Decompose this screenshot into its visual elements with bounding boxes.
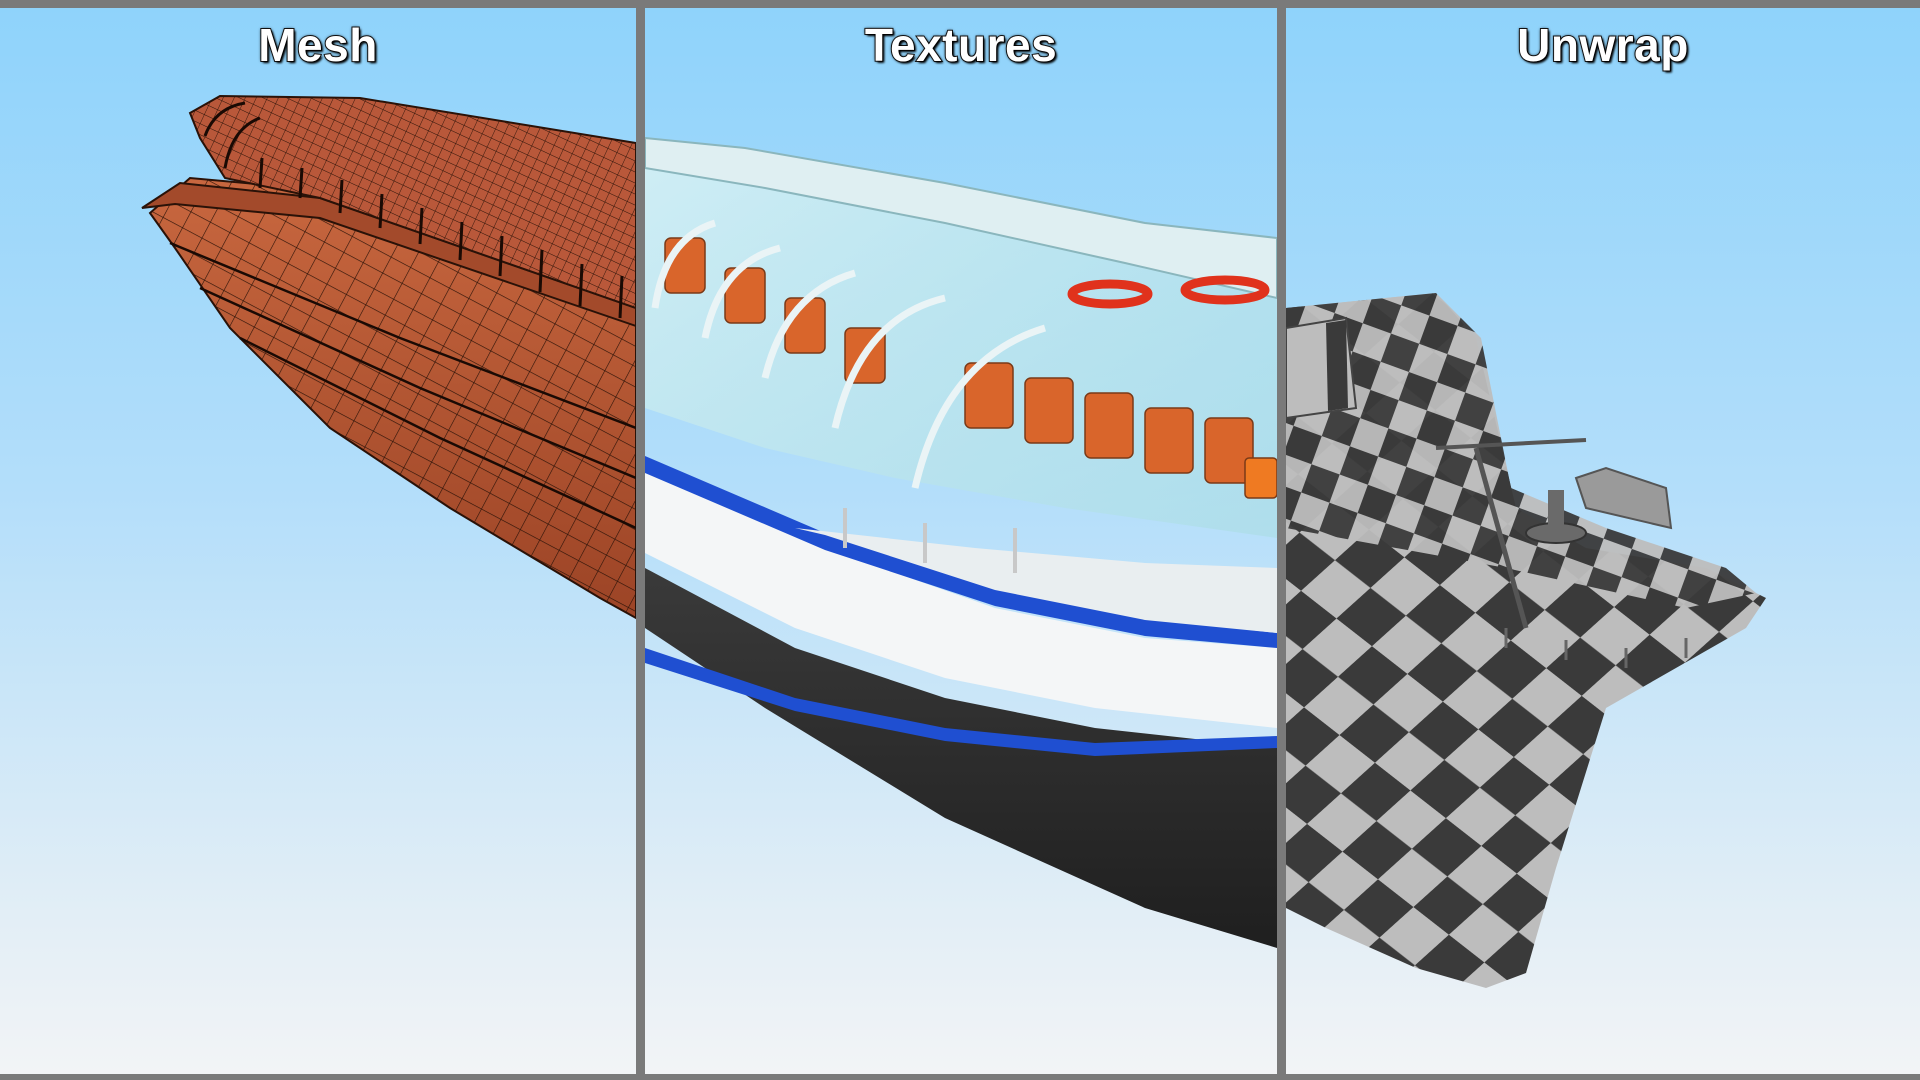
panel-divider-left [636,8,645,1074]
unwrap-checker-render [1286,293,1766,988]
textured-boat-render [645,136,1277,948]
mesh-panel: Mesh [0,8,636,1074]
unwrap-panel: Unwrap [1286,8,1920,1074]
textures-title: Textures [864,18,1058,72]
mesh-boat-render [141,94,636,620]
panel-divider-right [1277,8,1286,1074]
mesh-title: Mesh [257,18,378,72]
unwrap-title: Unwrap [1516,18,1689,72]
viewport-frame: Mesh Textures Unwrap [0,0,1920,1080]
textures-panel: Textures [645,8,1277,1074]
